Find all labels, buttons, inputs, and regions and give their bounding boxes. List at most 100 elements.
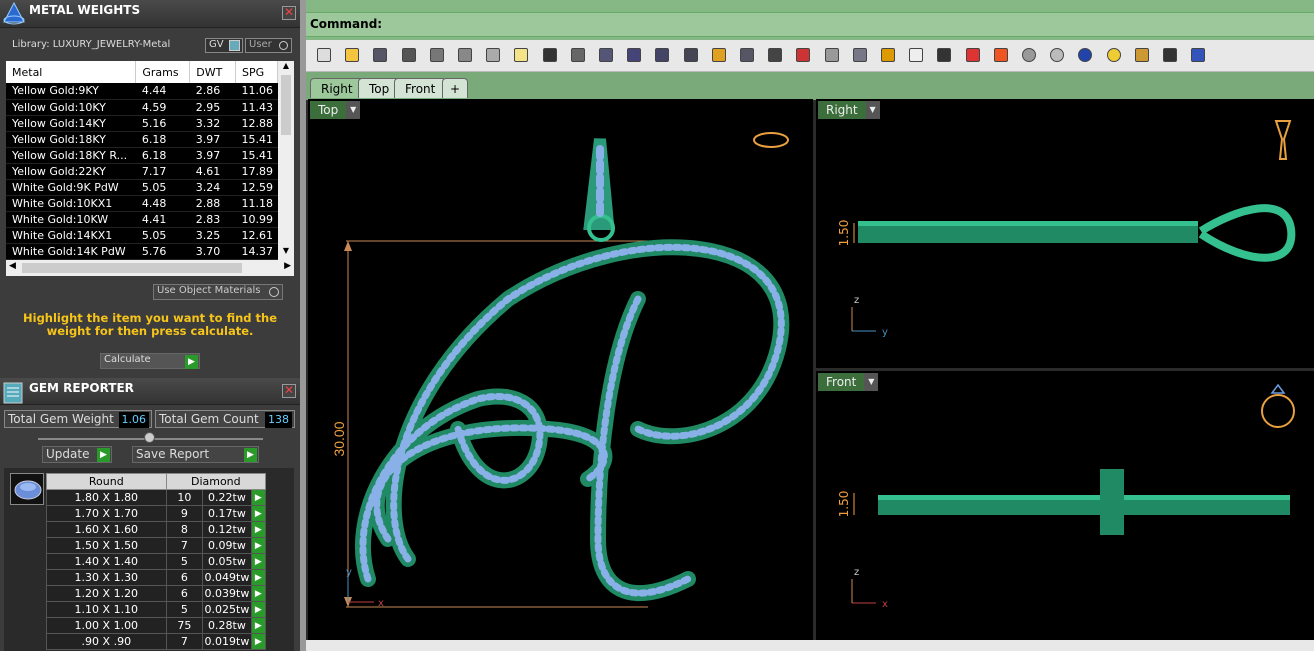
metal-table-row[interactable]: White Gold:9K PdW 5.05 3.24 12.59 bbox=[6, 179, 278, 196]
gem-table-row[interactable]: 1.70 X 1.70 9 0.17tw ▶ bbox=[46, 505, 267, 522]
car-icon[interactable] bbox=[793, 45, 813, 65]
save-icon[interactable] bbox=[370, 45, 390, 65]
add-tab-button[interactable]: + bbox=[442, 78, 468, 98]
metal-cell: Yellow Gold:18KY R... bbox=[6, 147, 136, 164]
viewport-right[interactable]: Right ▼ 1.50 z y bbox=[816, 99, 1314, 368]
open-icon[interactable] bbox=[342, 45, 362, 65]
metal-table-row[interactable]: White Gold:10KX1 4.48 2.88 11.18 bbox=[6, 195, 278, 212]
zoom-selected-icon[interactable] bbox=[709, 45, 729, 65]
light-icon[interactable] bbox=[906, 45, 926, 65]
h-scroll-thumb[interactable] bbox=[22, 263, 242, 273]
pan-icon[interactable] bbox=[568, 45, 588, 65]
gem-row-go-icon[interactable]: ▶ bbox=[250, 489, 267, 506]
scroll-left-icon[interactable]: ◀ bbox=[9, 261, 16, 271]
four-views-icon[interactable] bbox=[765, 45, 785, 65]
lock-icon[interactable] bbox=[934, 45, 954, 65]
new-icon[interactable] bbox=[314, 45, 334, 65]
save-report-button[interactable]: Save Report ▶ bbox=[132, 446, 259, 463]
gem-table-row[interactable]: .90 X .90 7 0.019tw ▶ bbox=[46, 633, 267, 650]
metal-table-row[interactable]: Yellow Gold:9KY 4.44 2.86 11.06 bbox=[6, 83, 278, 100]
tab-front[interactable]: Front bbox=[394, 78, 447, 98]
gem-table-row[interactable]: 1.40 X 1.40 5 0.05tw ▶ bbox=[46, 553, 267, 570]
gem-count-cell: 9 bbox=[165, 505, 204, 522]
layers-icon[interactable] bbox=[963, 45, 983, 65]
metal-cell: 12.88 bbox=[235, 115, 278, 132]
print-icon[interactable] bbox=[399, 45, 419, 65]
metal-table-row[interactable]: White Gold:14K PdW 5.76 3.70 14.37 bbox=[6, 243, 278, 260]
close-icon[interactable]: ✕ bbox=[282, 6, 296, 20]
color-icon[interactable] bbox=[991, 45, 1011, 65]
gem-table-row[interactable]: 1.00 X 1.00 75 0.28tw ▶ bbox=[46, 617, 267, 634]
viewport-top[interactable]: Top ▼ 30.00 x y bbox=[308, 99, 813, 640]
metal-table-row[interactable]: Yellow Gold:18KY R... 6.18 3.97 15.41 bbox=[6, 147, 278, 164]
gem-row-go-icon[interactable]: ▶ bbox=[250, 553, 267, 570]
metal-table-row[interactable]: Yellow Gold:14KY 5.16 3.32 12.88 bbox=[6, 115, 278, 132]
metal-scrollbar-h[interactable]: ◀ ▶ bbox=[6, 260, 294, 276]
metal-table-row[interactable]: Yellow Gold:10KY 4.59 2.95 11.43 bbox=[6, 99, 278, 116]
gem-table-row[interactable]: 1.20 X 1.20 6 0.039tw ▶ bbox=[46, 585, 267, 602]
viewport-front[interactable]: Front ▼ 1.50 z x bbox=[816, 371, 1314, 640]
render-icon[interactable] bbox=[1047, 45, 1067, 65]
hide-icon[interactable] bbox=[822, 45, 842, 65]
copy-icon[interactable] bbox=[483, 45, 503, 65]
gem-weight-cell: 0.05tw bbox=[202, 553, 252, 570]
metal-table-row[interactable]: White Gold:10KW 4.41 2.83 10.99 bbox=[6, 211, 278, 228]
export-icon[interactable] bbox=[427, 45, 447, 65]
gem-row-go-icon[interactable]: ▶ bbox=[250, 569, 267, 586]
metal-cell: 6.18 bbox=[135, 147, 190, 164]
gem-row-go-icon[interactable]: ▶ bbox=[250, 521, 267, 538]
zoom-extents-icon[interactable] bbox=[681, 45, 701, 65]
settings-icon[interactable] bbox=[1132, 45, 1152, 65]
zoom-icon[interactable] bbox=[624, 45, 644, 65]
scroll-up-icon[interactable]: ▲ bbox=[278, 61, 294, 75]
points-icon[interactable] bbox=[878, 45, 898, 65]
cut-icon[interactable] bbox=[455, 45, 475, 65]
metal-table-row[interactable]: White Gold:14KX1 5.05 3.25 12.61 bbox=[6, 227, 278, 244]
shade-icon[interactable] bbox=[1019, 45, 1039, 65]
scroll-right-icon[interactable]: ▶ bbox=[284, 261, 291, 271]
scroll-down-icon[interactable]: ▼ bbox=[278, 246, 294, 260]
metal-cell: 17.89 bbox=[235, 163, 278, 180]
col-dwt[interactable]: DWT bbox=[189, 61, 237, 83]
gem-slider-knob-icon[interactable] bbox=[144, 432, 155, 443]
snap-icon[interactable] bbox=[850, 45, 870, 65]
calculate-button[interactable]: Calculate ▶ bbox=[100, 353, 200, 369]
gem-table-row[interactable]: 1.80 X 1.80 10 0.22tw ▶ bbox=[46, 489, 267, 506]
gem-table-row[interactable]: 1.50 X 1.50 7 0.09tw ▶ bbox=[46, 537, 267, 554]
gem-row-go-icon[interactable]: ▶ bbox=[250, 601, 267, 618]
rotate-icon[interactable] bbox=[596, 45, 616, 65]
gem-table: Round Diamond 1.80 X 1.80 10 0.22tw ▶ 1.70 X… bbox=[46, 473, 267, 650]
paste-icon[interactable] bbox=[511, 45, 531, 65]
scroll-thumb[interactable] bbox=[281, 75, 291, 135]
zoom-window-icon[interactable] bbox=[652, 45, 672, 65]
col-metal[interactable]: Metal bbox=[6, 61, 137, 83]
gem-row-go-icon[interactable]: ▶ bbox=[250, 617, 267, 634]
metal-table-row[interactable]: Yellow Gold:18KY 6.18 3.97 15.41 bbox=[6, 131, 278, 148]
pointer-icon[interactable] bbox=[1104, 45, 1124, 65]
col-spg[interactable]: SPG bbox=[235, 61, 278, 83]
col-grams[interactable]: Grams bbox=[135, 61, 191, 83]
metal-scrollbar-v[interactable]: ▲ ▼ bbox=[278, 61, 294, 260]
metal-table-row[interactable]: Yellow Gold:22KY 7.17 4.61 17.89 bbox=[6, 163, 278, 180]
gem-row-go-icon[interactable]: ▶ bbox=[250, 585, 267, 602]
use-object-materials-toggle[interactable]: Use Object Materials bbox=[153, 284, 283, 300]
rotate-view-icon[interactable] bbox=[737, 45, 757, 65]
gem-table-row[interactable]: 1.10 X 1.10 5 0.025tw ▶ bbox=[46, 601, 267, 618]
command-bar[interactable]: Command: bbox=[306, 12, 1314, 37]
gem-row-go-icon[interactable]: ▶ bbox=[250, 505, 267, 522]
undo-icon[interactable] bbox=[540, 45, 560, 65]
gem-row-go-icon[interactable]: ▶ bbox=[250, 537, 267, 554]
close-icon[interactable]: ✕ bbox=[282, 384, 296, 398]
tab-right[interactable]: Right bbox=[310, 78, 364, 98]
metal-cell: 4.48 bbox=[135, 195, 190, 212]
user-toggle[interactable]: User bbox=[245, 38, 292, 53]
round-gem-thumbnail[interactable] bbox=[10, 473, 44, 505]
gv-toggle[interactable]: GV bbox=[205, 38, 243, 53]
gem-row-go-icon[interactable]: ▶ bbox=[250, 633, 267, 650]
bounding-icon[interactable] bbox=[1160, 45, 1180, 65]
gem-table-row[interactable]: 1.30 X 1.30 6 0.049tw ▶ bbox=[46, 569, 267, 586]
update-button[interactable]: Update ▶ bbox=[42, 446, 112, 463]
gem-table-row[interactable]: 1.60 X 1.60 8 0.12tw ▶ bbox=[46, 521, 267, 538]
sphere-icon[interactable] bbox=[1075, 45, 1095, 65]
help-icon[interactable] bbox=[1188, 45, 1208, 65]
